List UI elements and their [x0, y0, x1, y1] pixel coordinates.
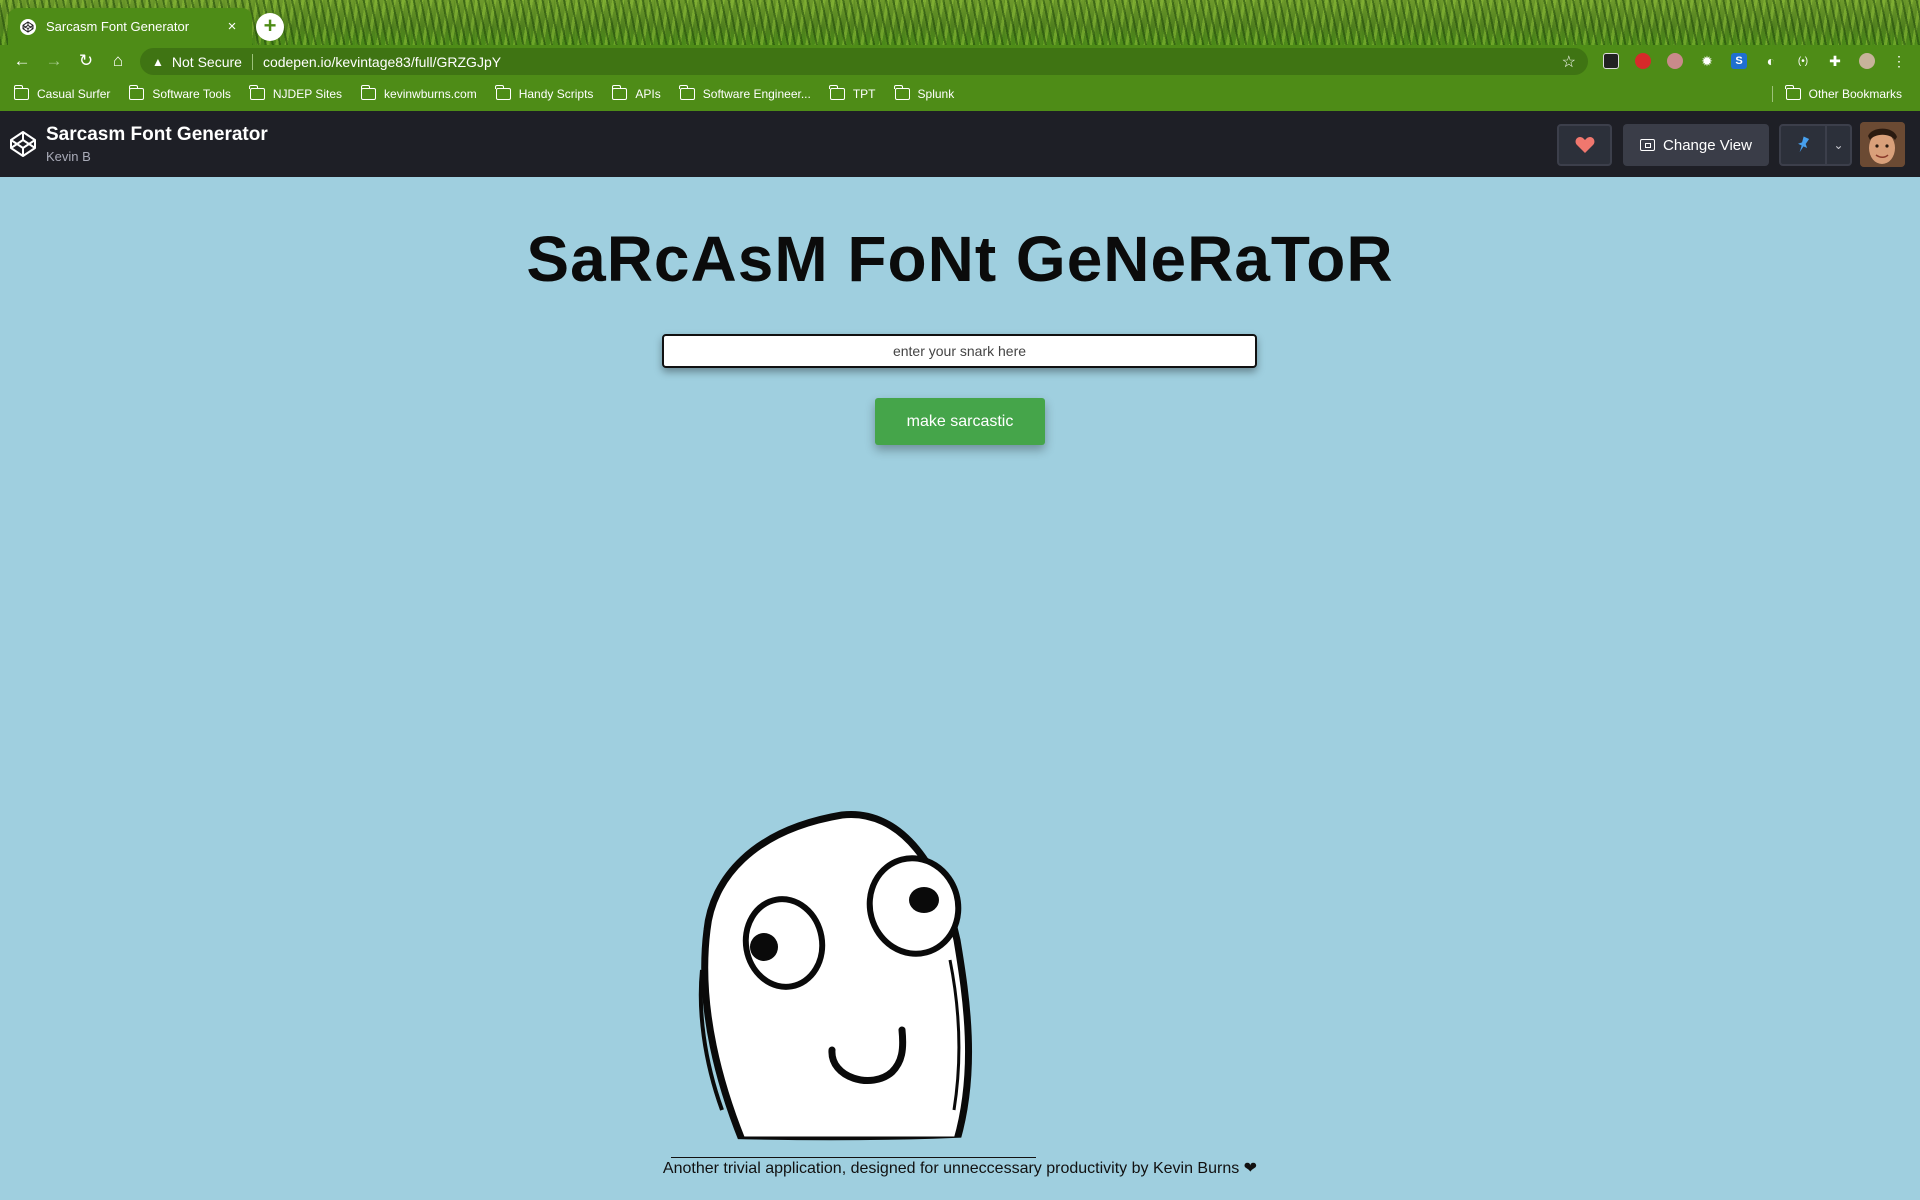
tab-close-icon[interactable]: ×: [224, 18, 240, 35]
bookmark-label: APIs: [635, 87, 661, 101]
bookmark-label: Software Engineer...: [702, 87, 811, 101]
browser-tab[interactable]: Sarcasm Font Generator ×: [8, 8, 252, 45]
bookmark-label: NJDEP Sites: [272, 87, 343, 101]
change-view-button[interactable]: Change View: [1623, 124, 1769, 166]
snark-input[interactable]: [662, 334, 1257, 368]
derp-face-icon: [698, 811, 978, 1147]
folder-icon: [679, 85, 695, 100]
bookmark-folder[interactable]: APIs: [611, 85, 661, 101]
pin-button[interactable]: [1779, 124, 1827, 166]
browser-tab-strip: Sarcasm Font Generator × +: [0, 0, 1920, 45]
extensions-area: ✹ S ◐ (•) ✚ ⋮: [1600, 49, 1910, 73]
bookmark-folder[interactable]: kevinwburns.com: [360, 85, 477, 101]
bookmark-label: Software Tools: [152, 87, 231, 101]
bookmarks-bar: Casual Surfer Software Tools NJDEP Sites…: [0, 77, 1920, 111]
codepen-favicon-icon: [20, 18, 36, 35]
folder-icon: [249, 85, 265, 100]
address-bar[interactable]: ▲ Not Secure codepen.io/kevintage83/full…: [140, 48, 1588, 75]
security-label[interactable]: Not Secure: [172, 54, 242, 70]
browser-toolbar: ← → ↻ ⌂ ▲ Not Secure codepen.io/kevintag…: [0, 45, 1920, 77]
folder-icon: [128, 85, 145, 100]
warning-icon[interactable]: ▲: [152, 55, 164, 69]
omnibox-divider: [251, 53, 253, 70]
codepen-header: Sarcasm Font Generator Kevin B Change Vi…: [0, 111, 1920, 177]
bookmark-folder[interactable]: Casual Surfer: [13, 85, 111, 101]
bookmark-label: Handy Scripts: [518, 87, 594, 101]
puzzle-icon[interactable]: ✚: [1824, 50, 1846, 72]
bookmark-label: Splunk: [917, 87, 955, 101]
bookmark-folder[interactable]: TPT: [829, 85, 876, 101]
elephant-icon[interactable]: [1664, 50, 1686, 72]
folder-icon: [894, 85, 910, 100]
bookmark-folder[interactable]: Software Tools: [128, 85, 231, 101]
brackets-icon[interactable]: (•): [1792, 50, 1814, 72]
avatar[interactable]: [1860, 122, 1905, 167]
folder-icon: [829, 85, 845, 100]
home-icon[interactable]: ⌂: [102, 47, 134, 75]
gear-icon[interactable]: ✹: [1696, 50, 1718, 72]
bookmark-folder[interactable]: Splunk: [894, 85, 955, 101]
change-view-label: Change View: [1663, 136, 1752, 154]
profile-icon[interactable]: [1856, 50, 1878, 72]
chevron-down-icon[interactable]: ⌄: [1827, 124, 1852, 166]
bookmark-folder[interactable]: Handy Scripts: [495, 85, 594, 101]
view-icon: [1640, 139, 1656, 151]
eyes-icon[interactable]: [1600, 50, 1622, 72]
heart-icon: [1575, 137, 1594, 153]
moon-icon[interactable]: ◐: [1760, 50, 1782, 72]
bookmark-folder[interactable]: NJDEP Sites: [249, 85, 343, 101]
bookmark-folder[interactable]: Software Engineer...: [679, 85, 811, 101]
folder-icon: [1785, 85, 1801, 100]
url-text[interactable]: codepen.io/kevintage83/full/GRZGJpY: [263, 54, 1562, 70]
reload-icon[interactable]: ↻: [70, 47, 102, 75]
make-sarcastic-button[interactable]: make sarcastic: [875, 398, 1045, 445]
bookmark-label: TPT: [852, 87, 876, 101]
sarcasm-heading: SaRcAsM FoNt GeNeRaToR: [526, 223, 1394, 295]
bookmark-label: Casual Surfer: [37, 87, 111, 101]
stop-icon[interactable]: [1632, 50, 1654, 72]
other-bookmarks[interactable]: Other Bookmarks: [1785, 77, 1902, 111]
folder-icon: [495, 85, 511, 100]
back-icon[interactable]: ←: [6, 47, 38, 75]
bookmark-star-icon[interactable]: ☆: [1562, 52, 1576, 72]
bookmarks-divider: [1772, 86, 1773, 102]
pen-title: Sarcasm Font Generator: [46, 124, 268, 145]
codepen-logo-icon[interactable]: [8, 129, 38, 159]
heart-button[interactable]: [1557, 124, 1612, 166]
forward-icon[interactable]: →: [38, 47, 70, 75]
pen-author[interactable]: Kevin B: [46, 149, 91, 164]
folder-icon: [13, 85, 29, 100]
bookmark-label: kevinwburns.com: [384, 87, 477, 101]
footer-text: Another trivial application, designed fo…: [662, 1160, 1258, 1177]
folder-icon: [611, 85, 628, 100]
folder-icon: [360, 85, 377, 100]
new-tab-button[interactable]: +: [256, 13, 284, 41]
menu-icon[interactable]: ⋮: [1888, 50, 1910, 72]
pin-icon: [1798, 136, 1810, 153]
s-icon[interactable]: S: [1728, 50, 1750, 72]
tab-title: Sarcasm Font Generator: [46, 19, 190, 34]
other-bookmarks-label: Other Bookmarks: [1808, 87, 1902, 101]
